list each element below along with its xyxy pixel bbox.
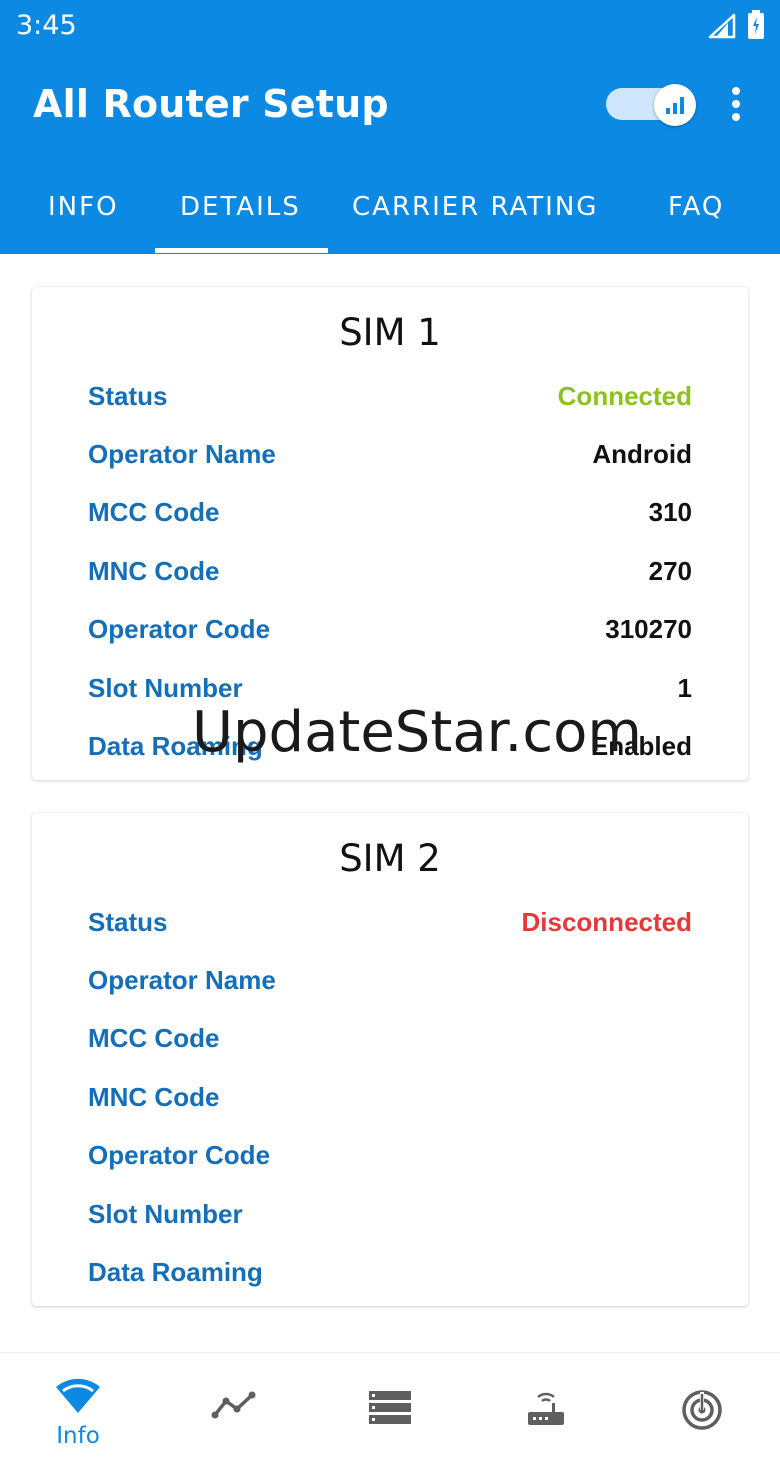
- sim1-roaming-row: Data Roaming Enabled: [88, 731, 692, 771]
- row-label: Operator Code: [88, 1140, 271, 1170]
- nav-item-trend[interactable]: [156, 1353, 312, 1463]
- sim2-mcc-row: MCC Code: [88, 1023, 692, 1063]
- sim2-mnc-row: MNC Code: [88, 1082, 692, 1122]
- sim2-roaming-row: Data Roaming: [88, 1257, 692, 1297]
- overflow-menu-icon[interactable]: [722, 84, 750, 124]
- signal-bars-icon: [666, 97, 684, 114]
- row-label: MNC Code: [88, 556, 220, 586]
- app-screen: 3:45 All Router Setup INFO DETAILS CARRI…: [0, 0, 780, 1463]
- toggle-thumb: [654, 84, 696, 126]
- sim2-card: SIM 2 Status Disconnected Operator Name …: [32, 813, 748, 1306]
- row-label: Operator Name: [88, 965, 276, 995]
- sim1-status-row: Status Connected: [88, 381, 692, 421]
- status-bar: 3:45: [0, 0, 780, 52]
- row-label: Data Roaming: [88, 1257, 263, 1287]
- row-value: 270: [648, 556, 692, 586]
- sim1-card: SIM 1 Status Connected Operator Name And…: [32, 287, 748, 780]
- selected-tab-indicator: [155, 248, 328, 253]
- wifi-icon: [56, 1378, 100, 1413]
- cell-signal-icon: [708, 13, 736, 39]
- sim1-title: SIM 1: [339, 311, 441, 354]
- sim2-operator-name-row: Operator Name: [88, 965, 692, 1005]
- battery-icon: [748, 10, 764, 39]
- sim2-operator-code-row: Operator Code: [88, 1140, 692, 1180]
- row-value: Android: [592, 439, 692, 469]
- router-icon: [528, 1392, 564, 1425]
- sim2-title: SIM 2: [339, 837, 441, 880]
- nav-item-router[interactable]: [468, 1353, 624, 1463]
- row-label: MNC Code: [88, 1082, 220, 1112]
- sim1-slot-row: Slot Number 1: [88, 673, 692, 713]
- app-bar: 3:45 All Router Setup INFO DETAILS CARRI…: [0, 0, 780, 254]
- tab-details[interactable]: DETAILS: [180, 192, 301, 222]
- tab-bar: INFO DETAILS CARRIER RATING FAQ: [0, 170, 780, 254]
- row-label: Operator Code: [88, 614, 271, 644]
- row-value: Enabled: [590, 731, 692, 761]
- sim2-slot-row: Slot Number: [88, 1199, 692, 1239]
- sim1-operator-code-row: Operator Code 310270: [88, 614, 692, 654]
- nav-item-info[interactable]: Info: [0, 1353, 156, 1463]
- row-label: Status: [88, 907, 168, 937]
- row-label: Status: [88, 381, 168, 411]
- radar-icon: [682, 1390, 722, 1430]
- row-label: Slot Number: [88, 1199, 243, 1229]
- nav-label-info: Info: [56, 1423, 100, 1449]
- row-label: Operator Name: [88, 439, 276, 469]
- tab-info[interactable]: INFO: [48, 192, 119, 222]
- row-value: 1: [677, 673, 692, 703]
- nav-item-radar[interactable]: [624, 1353, 780, 1463]
- app-title: All Router Setup: [33, 82, 389, 126]
- signal-toggle-switch[interactable]: [606, 84, 696, 126]
- status-time: 3:45: [16, 10, 77, 41]
- tab-carrier-rating[interactable]: CARRIER RATING: [352, 192, 598, 222]
- sim1-status-value: Connected: [557, 381, 692, 411]
- trend-chart-icon: [211, 1391, 256, 1419]
- tab-faq[interactable]: FAQ: [668, 192, 724, 222]
- sim1-mnc-row: MNC Code 270: [88, 556, 692, 596]
- sim1-mcc-row: MCC Code 310: [88, 497, 692, 537]
- sim2-status-value: Disconnected: [521, 907, 693, 937]
- sim1-operator-name-row: Operator Name Android: [88, 439, 692, 479]
- list-icon: [369, 1391, 411, 1424]
- row-label: Data Roaming: [88, 731, 263, 761]
- row-value: 310270: [605, 614, 692, 644]
- row-label: MCC Code: [88, 1023, 220, 1053]
- row-label: MCC Code: [88, 497, 220, 527]
- row-label: Slot Number: [88, 673, 243, 703]
- bottom-navigation: Info: [0, 1352, 780, 1463]
- sim2-status-row: Status Disconnected: [88, 907, 692, 947]
- row-value: 310: [648, 497, 692, 527]
- nav-item-list[interactable]: [312, 1353, 468, 1463]
